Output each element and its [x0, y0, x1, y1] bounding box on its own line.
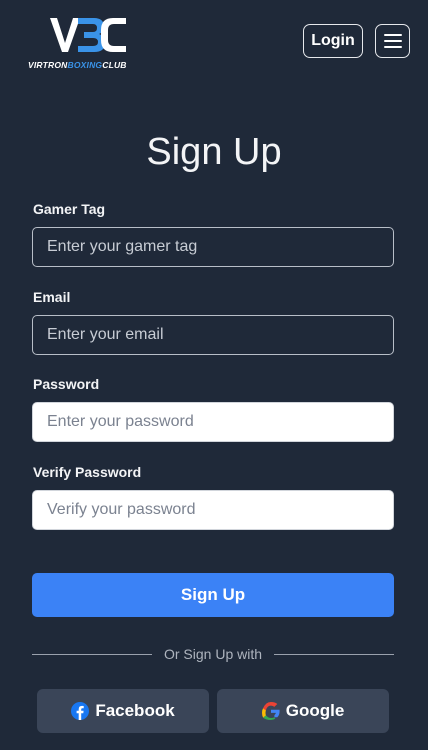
logo-text-club: CLUB	[102, 60, 127, 70]
vbc-logo[interactable]: VIRTRONBOXINGCLUB	[28, 14, 148, 70]
verify-password-input[interactable]	[32, 490, 394, 530]
email-label: Email	[33, 289, 71, 305]
gamer-tag-input[interactable]	[32, 227, 394, 267]
vbc-logo-mark	[50, 18, 126, 52]
logo-text-boxing: BOXING	[67, 60, 103, 70]
password-label: Password	[33, 376, 100, 392]
logo-text-virtron: VIRTRON	[28, 60, 68, 70]
vbc-logo-wordmark: VIRTRONBOXINGCLUB	[28, 60, 148, 70]
google-icon	[261, 702, 280, 720]
hamburger-icon	[383, 34, 402, 48]
password-input[interactable]	[32, 402, 394, 442]
email-input[interactable]	[32, 315, 394, 355]
social-divider: Or Sign Up with	[32, 644, 395, 664]
gamer-tag-label: Gamer Tag	[33, 201, 106, 217]
facebook-icon	[71, 702, 90, 720]
menu-button[interactable]	[375, 24, 410, 58]
facebook-label: Facebook	[95, 701, 175, 720]
facebook-sign-up-button[interactable]: Facebook	[37, 689, 209, 733]
google-label: Google	[285, 701, 345, 720]
divider-text: Or Sign Up with	[163, 646, 263, 662]
divider-line-right	[274, 653, 395, 655]
google-sign-up-button[interactable]: Google	[217, 689, 389, 733]
login-button[interactable]: Login	[303, 24, 363, 58]
verify-password-label: Verify Password	[33, 464, 142, 480]
page-title: Sign Up	[146, 131, 282, 173]
divider-line-left	[32, 653, 152, 655]
site-header: VIRTRONBOXINGCLUB Login	[0, 0, 428, 90]
sign-up-button[interactable]: Sign Up	[32, 573, 394, 617]
